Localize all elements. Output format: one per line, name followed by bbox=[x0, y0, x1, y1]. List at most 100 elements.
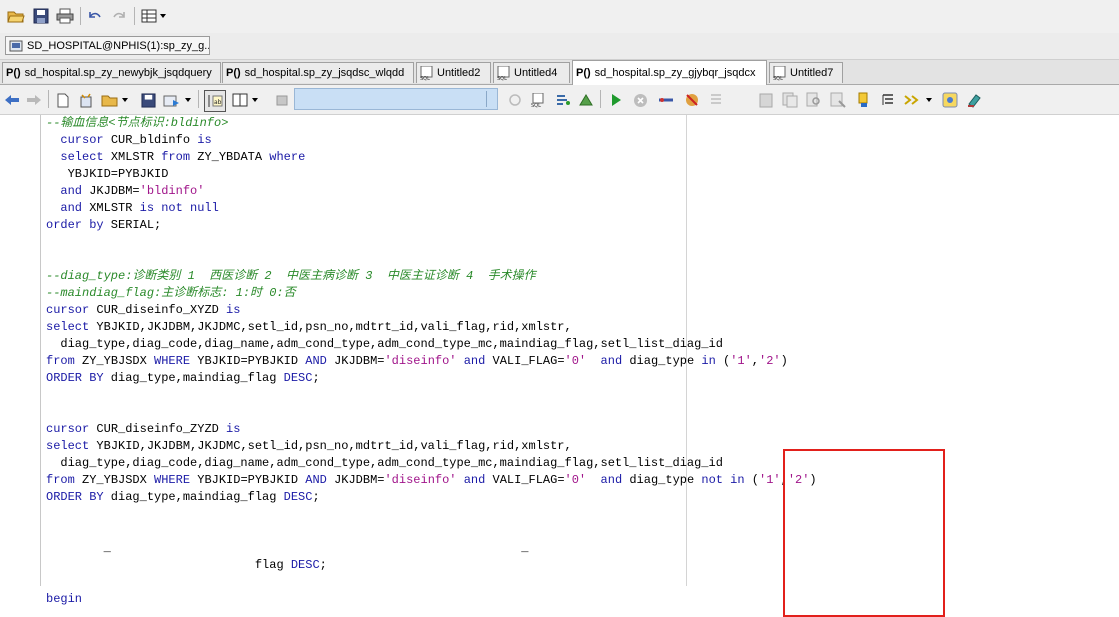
replace-icon[interactable] bbox=[828, 90, 848, 110]
sql-keyword: order by bbox=[46, 218, 104, 232]
code-line[interactable]: cursor CUR_diseinfo_XYZD is bbox=[46, 302, 817, 319]
code-assistant-icon[interactable] bbox=[902, 90, 922, 110]
code-line[interactable]: cursor CUR_bldinfo is bbox=[46, 132, 817, 149]
sql-keyword: AND bbox=[305, 473, 327, 487]
save-icon[interactable] bbox=[31, 6, 51, 26]
code-line[interactable]: ORDER BY diag_type,maindiag_flag DESC; bbox=[46, 370, 817, 387]
code-line[interactable]: diag_type,diag_code,diag_name,adm_cond_t… bbox=[46, 455, 817, 472]
sql-comment: --输血信息<节点标识:bldinfo> bbox=[46, 116, 229, 130]
redo-icon[interactable] bbox=[109, 6, 129, 26]
wizard-icon[interactable] bbox=[76, 90, 96, 110]
code-line[interactable]: YBJKID=PYBJKID bbox=[46, 166, 817, 183]
sql-keyword: not in bbox=[701, 473, 745, 487]
code-line[interactable]: and JKJDBM='bldinfo' bbox=[46, 183, 817, 200]
code-line[interactable]: select YBJKID,JKJDBM,JKJDMC,setl_id,psn_… bbox=[46, 438, 817, 455]
format-text-icon[interactable]: ab bbox=[204, 90, 226, 112]
code-line[interactable]: select YBJKID,JKJDBM,JKJDMC,setl_id,psn_… bbox=[46, 319, 817, 336]
code-token: ; bbox=[319, 558, 327, 572]
chevron-down-icon[interactable] bbox=[924, 90, 934, 110]
code-token: ZY_YBJSDX bbox=[74, 354, 155, 368]
code-line[interactable]: from ZY_YBJSDX WHERE YBJKID=PYBJKID AND … bbox=[46, 472, 817, 489]
find-icon[interactable] bbox=[804, 90, 824, 110]
breakpoint-icon[interactable] bbox=[656, 90, 676, 110]
open-folder-icon[interactable] bbox=[6, 6, 26, 26]
debug-icon[interactable] bbox=[682, 90, 702, 110]
chevron-down-icon[interactable] bbox=[250, 90, 260, 110]
code-line[interactable]: flag DESC; bbox=[46, 557, 817, 574]
code-line[interactable]: ORDER BY diag_type,maindiag_flag DESC; bbox=[46, 489, 817, 506]
tab-sp-zy-jsqdsc-wlqdd[interactable]: P() sd_hospital.sp_zy_jsqdsc_wlqdd bbox=[222, 62, 414, 83]
code-line[interactable]: --maindiag_flag:主诊断标志: 1:时 0:否 bbox=[46, 285, 817, 302]
svg-text:SQL: SQL bbox=[773, 76, 783, 81]
copy-icon[interactable] bbox=[780, 90, 800, 110]
chevron-down-icon[interactable] bbox=[486, 91, 495, 107]
code-token: diag_type,maindiag_flag bbox=[103, 371, 284, 385]
outline-icon[interactable] bbox=[878, 90, 898, 110]
code-line[interactable] bbox=[46, 234, 817, 251]
code-line[interactable]: from ZY_YBJSDX WHERE YBJKID=PYBJKID AND … bbox=[46, 353, 817, 370]
tab-untitled2[interactable]: SQL Untitled2 bbox=[416, 62, 491, 83]
tab-label: sd_hospital.sp_zy_newybjk_jsqdquery bbox=[24, 67, 212, 79]
schema-combobox[interactable] bbox=[294, 88, 498, 110]
code-line[interactable]: --diag_type:诊断类别 1 西医诊断 2 中医主病诊断 3 中医主证诊… bbox=[46, 268, 817, 285]
sql-comment: --diag_type:诊断类别 1 西医诊断 2 中医主病诊断 3 中医主证诊… bbox=[46, 269, 536, 283]
code-line[interactable]: --输血信息<节点标识:bldinfo> bbox=[46, 115, 817, 132]
run-icon[interactable] bbox=[606, 90, 626, 110]
sql-icon[interactable]: SQL bbox=[528, 90, 548, 110]
grid-view-icon[interactable] bbox=[139, 6, 159, 26]
code-line[interactable]: order by SERIAL; bbox=[46, 217, 817, 234]
save-icon[interactable] bbox=[138, 90, 158, 110]
tab-sp-zy-gjybqr-jsqdcx[interactable]: P() sd_hospital.sp_zy_gjybqr_jsqdcx bbox=[572, 60, 767, 85]
sql-keyword: and bbox=[60, 184, 83, 198]
back-arrow-icon[interactable] bbox=[2, 90, 22, 110]
explain-plan-icon[interactable] bbox=[553, 90, 573, 110]
tab-untitled7[interactable]: SQL Untitled7 bbox=[769, 62, 843, 83]
undo-icon[interactable] bbox=[85, 6, 105, 26]
sql-file-icon: SQL bbox=[773, 65, 786, 82]
tab-sp-zy-newybjk-jsqdquery[interactable]: P() sd_hospital.sp_zy_newybjk_jsqdquery bbox=[2, 62, 221, 83]
code-line[interactable]: _ _ bbox=[46, 540, 817, 557]
sql-keyword: select bbox=[60, 150, 104, 164]
code-line[interactable]: begin bbox=[46, 591, 817, 608]
code-token: XMLSTR bbox=[103, 150, 162, 164]
open-folder-icon[interactable] bbox=[100, 90, 120, 110]
compile-icon[interactable] bbox=[576, 90, 596, 110]
code-line[interactable]: select XMLSTR from ZY_YBDATA where bbox=[46, 149, 817, 166]
step-list-icon[interactable] bbox=[706, 90, 726, 110]
plugin-icon[interactable] bbox=[272, 90, 292, 110]
new-file-icon[interactable] bbox=[53, 90, 73, 110]
code-line[interactable] bbox=[46, 251, 817, 268]
code-line[interactable] bbox=[46, 506, 817, 523]
chevron-down-icon[interactable] bbox=[120, 90, 130, 110]
sql-editor[interactable]: --输血信息<节点标识:bldinfo> cursor CUR_bldinfo … bbox=[0, 115, 1119, 617]
execute-script-icon[interactable] bbox=[162, 90, 182, 110]
sql-keyword: and bbox=[600, 354, 623, 368]
print-icon[interactable] bbox=[55, 6, 75, 26]
code-line[interactable] bbox=[46, 387, 817, 404]
bookmark-icon[interactable] bbox=[940, 90, 960, 110]
stop-icon[interactable] bbox=[630, 90, 650, 110]
code-line[interactable]: diag_type,diag_code,diag_name,adm_cond_t… bbox=[46, 336, 817, 353]
clipboard-icon[interactable] bbox=[756, 90, 776, 110]
code-text[interactable]: --输血信息<节点标识:bldinfo> cursor CUR_bldinfo … bbox=[46, 115, 817, 608]
sql-keyword: and bbox=[456, 354, 486, 368]
connection-bar: SD_HOSPITAL@NPHIS(1):sp_zy_g.. bbox=[0, 33, 1119, 60]
chevron-down-icon[interactable] bbox=[158, 6, 168, 26]
code-line[interactable] bbox=[46, 574, 817, 591]
connection-tab[interactable]: SD_HOSPITAL@NPHIS(1):sp_zy_g.. bbox=[5, 36, 210, 55]
tab-untitled4[interactable]: SQL Untitled4 bbox=[493, 62, 570, 83]
refresh-icon[interactable] bbox=[505, 90, 525, 110]
code-line[interactable] bbox=[46, 404, 817, 421]
split-view-icon[interactable] bbox=[230, 90, 250, 110]
forward-arrow-icon[interactable] bbox=[24, 90, 44, 110]
code-line[interactable]: cursor CUR_diseinfo_ZYZD is bbox=[46, 421, 817, 438]
chevron-down-icon[interactable] bbox=[183, 90, 193, 110]
clear-icon[interactable] bbox=[964, 90, 984, 110]
code-line[interactable] bbox=[46, 523, 817, 540]
sql-keyword: ORDER BY bbox=[46, 371, 104, 385]
code-line[interactable]: and XMLSTR is not null bbox=[46, 200, 817, 217]
highlight-icon[interactable] bbox=[854, 90, 874, 110]
sql-keyword: DESC bbox=[283, 490, 313, 504]
